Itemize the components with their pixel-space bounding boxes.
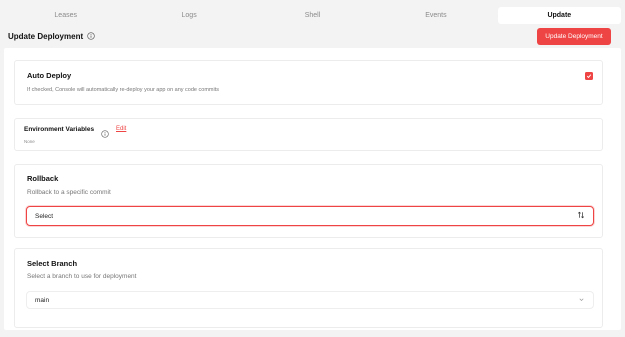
- auto-deploy-title: Auto Deploy: [27, 71, 72, 80]
- branch-select-value: main: [35, 296, 50, 304]
- env-vars-card: Environment Variables Edit None: [14, 118, 603, 151]
- branch-description: Select a branch to use for deployment: [27, 273, 137, 280]
- env-vars-title: Environment Variables: [24, 126, 95, 133]
- env-vars-info-icon[interactable]: [101, 125, 109, 143]
- chevron-down-icon: [578, 296, 585, 305]
- env-vars-subtitle: None: [24, 139, 35, 144]
- branch-title: Select Branch: [27, 259, 78, 268]
- title-group: Update Deployment: [4, 32, 95, 41]
- tab-leases[interactable]: Leases: [4, 7, 127, 24]
- branch-card: Select Branch Select a branch to use for…: [14, 248, 603, 328]
- tab-logs[interactable]: Logs: [127, 7, 250, 24]
- auto-deploy-card: Auto Deploy If checked, Console will aut…: [14, 60, 603, 105]
- tab-bar: Leases Logs Shell Events Update: [4, 7, 622, 24]
- tab-shell[interactable]: Shell: [251, 7, 374, 24]
- tab-events[interactable]: Events: [374, 7, 497, 24]
- update-deployment-button[interactable]: Update Deployment: [537, 27, 611, 45]
- rollback-select[interactable]: Select: [26, 206, 594, 226]
- auto-deploy-checkbox[interactable]: [585, 72, 593, 80]
- page-title: Update Deployment: [8, 31, 84, 41]
- sort-arrows-icon: [577, 211, 585, 221]
- rollback-description: Rollback to a specific commit: [27, 189, 111, 196]
- rollback-select-value: Select: [35, 212, 54, 220]
- main-panel: Auto Deploy If checked, Console will aut…: [4, 48, 621, 330]
- page-header: Update Deployment Update Deployment: [4, 26, 621, 46]
- env-vars-edit-link[interactable]: Edit: [116, 126, 126, 132]
- tab-update[interactable]: Update: [497, 7, 622, 24]
- branch-select[interactable]: main: [26, 291, 594, 309]
- info-circle-icon[interactable]: [87, 32, 95, 40]
- auto-deploy-description: If checked, Console will automatically r…: [27, 87, 219, 93]
- rollback-title: Rollback: [27, 174, 59, 183]
- rollback-card: Rollback Rollback to a specific commit S…: [14, 164, 603, 238]
- check-icon: [586, 74, 592, 79]
